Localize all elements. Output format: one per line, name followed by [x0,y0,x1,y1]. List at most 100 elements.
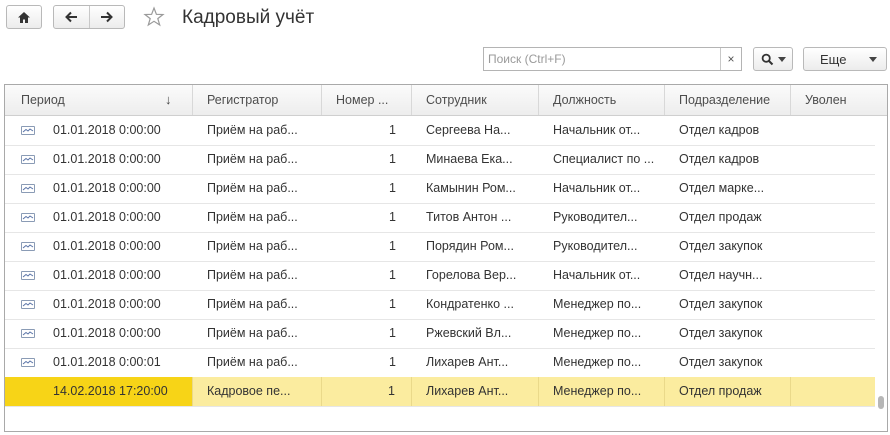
cell-employee-text: Титов Антон ... [426,210,512,224]
cell-registrar-text: Приём на раб... [207,123,298,137]
forward-button[interactable] [88,6,125,28]
search-field: × [483,47,742,71]
cell-department: Отдел продаж [665,377,791,406]
cell-position-text: Менеджер по... [553,297,642,311]
home-button[interactable] [6,5,42,29]
cell-period: 01.01.2018 0:00:00 [5,290,193,319]
cell-department: Отдел кадров [665,145,791,174]
cell-period-text: 01.01.2018 0:00:00 [53,297,161,311]
column-header-number[interactable]: Номер ... [322,85,412,115]
cell-department: Отдел закупок [665,232,791,261]
back-button[interactable] [54,6,89,28]
cell-employee-text: Лихарев Ант... [426,355,509,369]
cell-number-text: 1 [389,355,396,369]
more-button-label: Еще [820,51,847,67]
cell-registrar-text: Приём на раб... [207,152,298,166]
cell-number: 1 [322,174,412,203]
cell-position: Начальник от... [539,116,665,145]
cell-period: 01.01.2018 0:00:00 [5,232,193,261]
more-button[interactable]: Еще [803,47,887,71]
cell-employee: Лихарев Ант... [412,377,539,406]
cell-department-text: Отдел кадров [679,123,760,137]
table-row[interactable]: 01.01.2018 0:00:00 Приём на раб... 1 Ржевск… [5,319,875,349]
cell-employee-text: Минаева Ека... [426,152,513,166]
cell-employee-text: Порядин Ром... [426,239,514,253]
cell-number-text: 1 [389,239,396,253]
cell-fired [791,261,877,290]
table-row[interactable]: 01.01.2018 0:00:00 Приём на раб... 1 Сергее… [5,116,875,146]
table-row[interactable]: 14.02.2018 17:20:00 Кадровое пе... 1 Лихаре… [5,377,877,407]
page-title: Кадровый учёт [182,7,315,28]
cell-registrar-text: Приём на раб... [207,239,298,253]
clear-search-button[interactable]: × [720,48,741,70]
cell-number: 1 [322,261,412,290]
search-input[interactable] [484,48,720,70]
scrollbar-thumb[interactable] [878,396,884,409]
vertical-scrollbar[interactable] [875,116,887,431]
cell-department: Отдел кадров [665,116,791,145]
chevron-down-icon [777,56,786,62]
cell-employee-text: Горелова Вер... [426,268,517,282]
cell-period: 01.01.2018 0:00:00 [5,319,193,348]
cell-registrar-text: Приём на раб... [207,268,298,282]
cell-department-text: Отдел закупок [679,326,763,340]
cell-registrar: Приём на раб... [193,348,322,377]
cell-fired [791,203,877,232]
cell-period-text: 01.01.2018 0:00:00 [53,239,161,253]
cell-number: 1 [322,348,412,377]
star-icon[interactable] [143,6,165,28]
cell-position-text: Менеджер по... [553,384,642,398]
cell-number: 1 [322,145,412,174]
cell-registrar: Приём на раб... [193,261,322,290]
cell-number: 1 [322,232,412,261]
cell-employee: Минаева Ека... [412,145,539,174]
table-row[interactable]: 01.01.2018 0:00:00 Приём на раб... 1 Камыни… [5,174,875,204]
column-header-employee[interactable]: Сотрудник [412,85,539,115]
cell-registrar: Кадровое пе... [193,377,322,406]
table-row[interactable]: 01.01.2018 0:00:00 Приём на раб... 1 Титов … [5,203,875,233]
cell-number-text: 1 [389,326,396,340]
cell-registrar-text: Приём на раб... [207,355,298,369]
cell-department: Отдел закупок [665,348,791,377]
table-row[interactable]: 01.01.2018 0:00:00 Приём на раб... 1 Поряди… [5,232,875,262]
cell-position: Начальник от... [539,174,665,203]
table-header: Период ↓ Регистратор Номер ... Сотрудник… [5,85,887,116]
cell-number: 1 [322,203,412,232]
cell-position: Менеджер по... [539,319,665,348]
cell-number: 1 [322,319,412,348]
cell-employee: Порядин Ром... [412,232,539,261]
column-header-department[interactable]: Подразделение [665,85,791,115]
cell-number-text: 1 [389,210,396,224]
cell-number-text: 1 [389,152,396,166]
cell-period: 14.02.2018 17:20:00 [5,377,193,406]
cell-department-text: Отдел продаж [679,384,762,398]
table-row[interactable]: 01.01.2018 0:00:01 Приём на раб... 1 Лихаре… [5,348,875,378]
table-row[interactable]: 01.01.2018 0:00:00 Приём на раб... 1 Горело… [5,261,875,291]
table-row[interactable]: 01.01.2018 0:00:00 Приём на раб... 1 Кондра… [5,290,875,320]
cell-position-text: Руководител... [553,210,638,224]
cell-period: 01.01.2018 0:00:00 [5,145,193,174]
cell-registrar-text: Приём на раб... [207,210,298,224]
cell-department-text: Отдел закупок [679,239,763,253]
cell-registrar-text: Кадровое пе... [207,384,291,398]
table-row[interactable]: 01.01.2018 0:00:00 Приём на раб... 1 Минаев… [5,145,875,175]
cell-employee: Сергеева На... [412,116,539,145]
column-header-fired[interactable]: Уволен [791,85,877,115]
cell-position: Менеджер по... [539,377,665,406]
cell-fired [791,116,877,145]
cell-period-text: 01.01.2018 0:00:00 [53,123,161,137]
cell-registrar: Приём на раб... [193,203,322,232]
cell-position-text: Руководител... [553,239,638,253]
cell-employee-text: Ржевский Вл... [426,326,512,340]
cell-department-text: Отдел продаж [679,210,762,224]
column-header-position[interactable]: Должность [539,85,665,115]
search-options-button[interactable] [753,47,793,71]
back-arrow-icon [65,11,78,23]
forward-arrow-icon [100,11,113,23]
cell-period-text: 01.01.2018 0:00:00 [53,326,161,340]
cell-fired [791,319,877,348]
cell-registrar: Приём на раб... [193,232,322,261]
cell-registrar: Приём на раб... [193,116,322,145]
cell-position: Специалист по ... [539,145,665,174]
column-header-registrar[interactable]: Регистратор [193,85,322,115]
